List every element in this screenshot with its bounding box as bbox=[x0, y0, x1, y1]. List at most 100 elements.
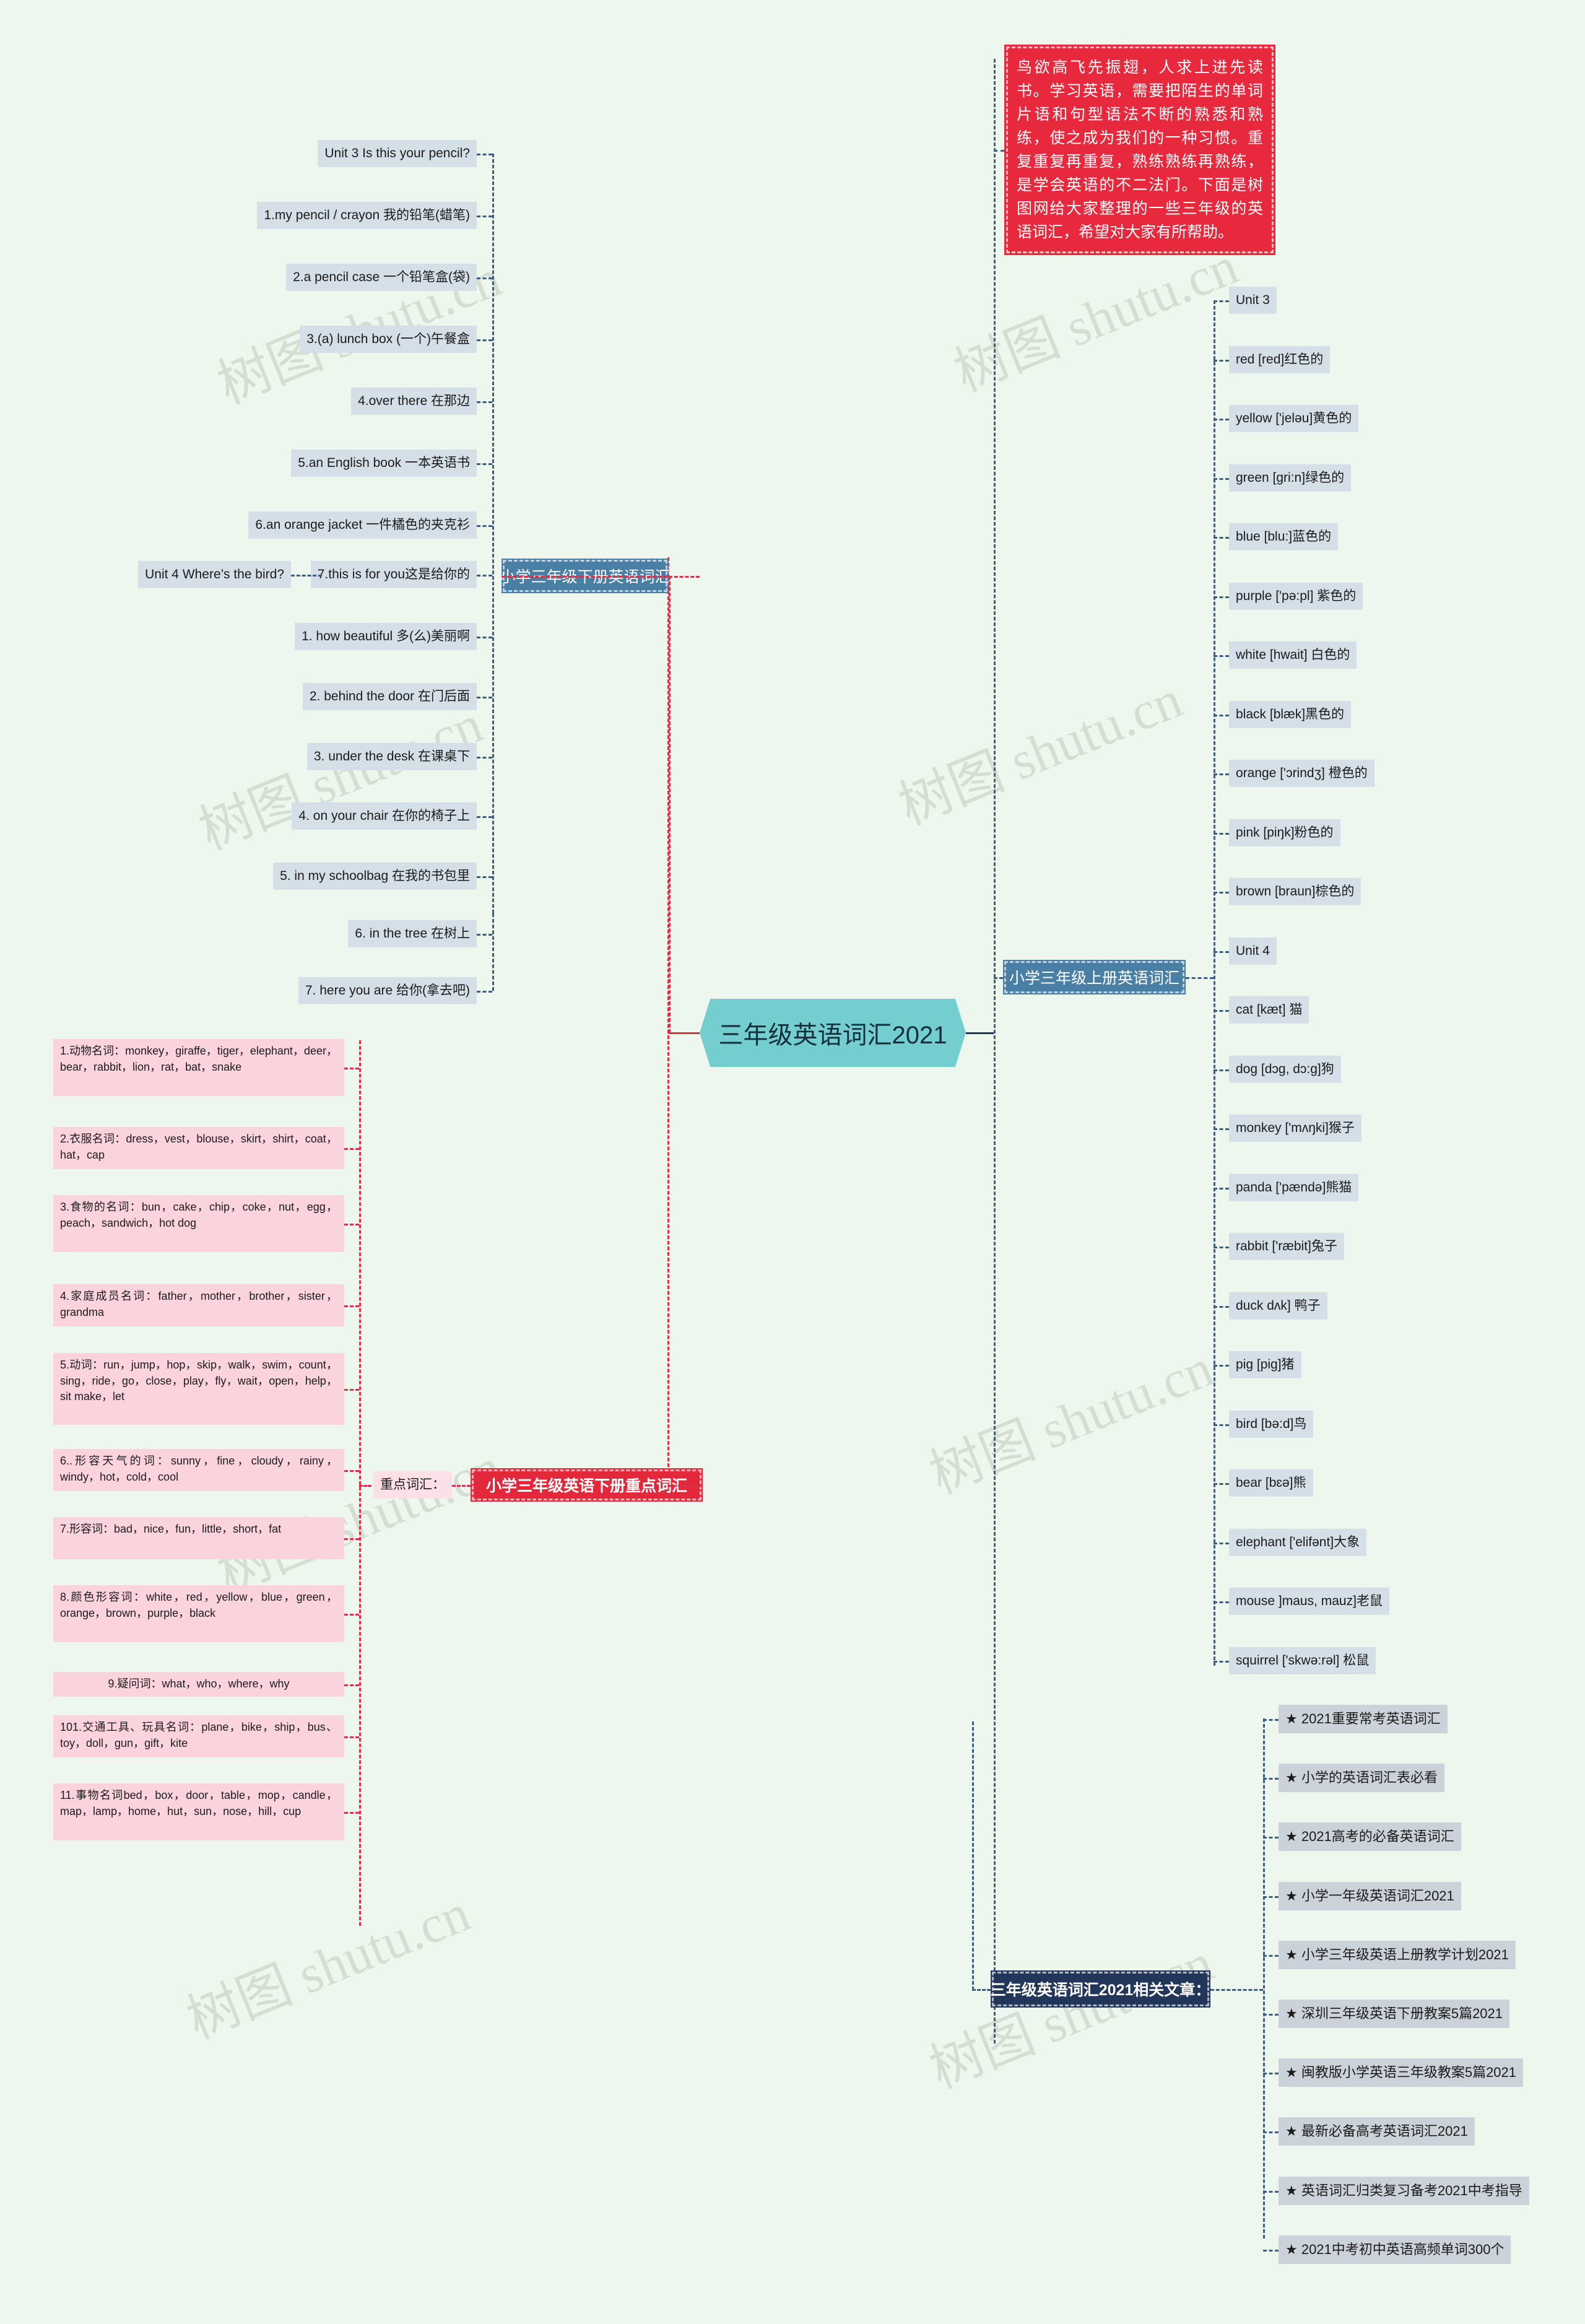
node-shangce-unit4-item-9[interactable]: bear [bɛə]熊 bbox=[1229, 1469, 1313, 1497]
connector-stub bbox=[1210, 1989, 1263, 1991]
node-related-item-10[interactable]: ★ 2021中考初中英语高频单词300个 bbox=[1279, 2235, 1511, 2264]
connector-stub bbox=[667, 1485, 703, 1487]
node-zhongdian-sublabel[interactable]: 重点词汇： bbox=[373, 1471, 452, 1499]
connector-stub bbox=[1263, 2191, 1279, 2193]
node-shangce-unit3-item-7[interactable]: black [blæk]黑色的 bbox=[1229, 700, 1352, 729]
intro-paragraph: 鸟欲高飞先振翅，人求上进先读书。学习英语，需要把陌生的单词片语和句型语法不断的熟… bbox=[1004, 45, 1275, 255]
branch-related-label[interactable]: 三年级英语词汇2021相关文章： bbox=[991, 1970, 1210, 2008]
node-zhongdian-item-7[interactable]: 7.形容词：bad，nice，fun，little，short，fat bbox=[53, 1517, 344, 1559]
node-xiace-unit4-item-5[interactable]: 5. in my schoolbag 在我的书包里 bbox=[273, 862, 477, 890]
connector-stub bbox=[1214, 773, 1229, 775]
connector-stub bbox=[669, 576, 700, 578]
node-related-item-1[interactable]: ★ 2021重要常考英语词汇 bbox=[1279, 1705, 1448, 1733]
watermark-4: 树图 shutu.cn bbox=[921, 1338, 1221, 1505]
node-zhongdian-item-9[interactable]: 9.疑问词：what，who，where，why bbox=[53, 1672, 344, 1697]
node-related-item-3[interactable]: ★ 2021高考的必备英语词汇 bbox=[1279, 1822, 1461, 1851]
node-shangce-unit4-title[interactable]: Unit 4 bbox=[1229, 937, 1277, 965]
node-xiace-unit4-item-1[interactable]: 1. how beautiful 多(么)美丽啊 bbox=[295, 622, 477, 651]
node-xiace-unit4-item-4[interactable]: 4. on your chair 在你的椅子上 bbox=[292, 802, 477, 830]
connector-stub bbox=[477, 637, 492, 638]
node-xiace-unit4-item-7[interactable]: 7. here you are 给你(拿去吧) bbox=[298, 977, 477, 1005]
node-shangce-unit3-item-8[interactable]: orange ['ɔrindʒ] 橙色的 bbox=[1229, 759, 1374, 788]
node-zhongdian-item-4[interactable]: 4.家庭成员名词：father，mother，brother，sister，gr… bbox=[53, 1284, 344, 1326]
node-shangce-unit3-item-9[interactable]: pink [piŋk]粉色的 bbox=[1229, 819, 1340, 847]
node-xiace-unit4-item-3[interactable]: 3. under the desk 在课桌下 bbox=[306, 742, 477, 771]
node-shangce-unit4-item-11[interactable]: mouse ]maus, mauz]老鼠 bbox=[1229, 1587, 1389, 1616]
node-related-item-9[interactable]: ★ 英语词汇归类复习备考2021中考指导 bbox=[1279, 2177, 1529, 2205]
node-xiace-unit3-item-3[interactable]: 3.(a) lunch box (一个)午餐盒 bbox=[300, 325, 477, 354]
connector-stub bbox=[344, 1736, 359, 1738]
connector-stub bbox=[1214, 300, 1229, 302]
node-related-item-6[interactable]: ★ 深圳三年级英语下册教案5篇2021 bbox=[1279, 2000, 1510, 2028]
node-zhongdian-item-1[interactable]: 1.动物名词：monkey，giraffe，tiger，elephant，dee… bbox=[53, 1039, 344, 1096]
connector-vertical bbox=[492, 154, 494, 913]
node-xiace-unit3-item-2[interactable]: 2.a pencil case 一个铅笔盒(袋) bbox=[286, 263, 477, 292]
connector-stub bbox=[477, 991, 492, 993]
node-related-item-7[interactable]: ★ 闽教版小学英语三年级教案5篇2021 bbox=[1279, 2058, 1524, 2087]
connector-stub bbox=[1214, 1010, 1229, 1012]
node-zhongdian-item-6[interactable]: 6..形容天气的词：sunny，fine，cloudy，rainy，windy，… bbox=[53, 1449, 344, 1491]
node-xiace-unit3-item-1[interactable]: 1.my pencil / crayon 我的铅笔(蜡笔) bbox=[257, 201, 477, 230]
node-shangce-unit4-item-2[interactable]: dog [dɔg, dɔ:g]狗 bbox=[1229, 1055, 1341, 1084]
connector-stub bbox=[1263, 1778, 1279, 1780]
connector-vertical bbox=[994, 59, 996, 2043]
node-related-item-5[interactable]: ★ 小学三年级英语上册教学计划2021 bbox=[1279, 1941, 1516, 1969]
connector-stub bbox=[1214, 1365, 1229, 1367]
connector-stub bbox=[1214, 1424, 1229, 1426]
connector-stub bbox=[344, 1538, 359, 1540]
node-xiace-unit3-title[interactable]: Unit 3 Is this your pencil? bbox=[318, 139, 477, 168]
node-shangce-unit4-item-10[interactable]: elephant ['elifənt]大象 bbox=[1229, 1528, 1367, 1557]
connector-stub bbox=[477, 215, 492, 217]
node-xiace-unit3-item-7[interactable]: 7.this is for you这是给你的 bbox=[310, 560, 477, 589]
node-shangce-unit3-title[interactable]: Unit 3 bbox=[1229, 286, 1277, 315]
connector-stub bbox=[1214, 1069, 1229, 1071]
node-shangce-unit3-item-10[interactable]: brown [braun]棕色的 bbox=[1229, 877, 1361, 906]
node-shangce-unit4-item-12[interactable]: squirrel ['skwə:rəl] 松鼠 bbox=[1229, 1647, 1376, 1675]
branch-shangce-label[interactable]: 小学三年级上册英语词汇 bbox=[1003, 960, 1186, 994]
node-related-item-8[interactable]: ★ 最新必备高考英语词汇2021 bbox=[1279, 2117, 1475, 2146]
node-shangce-unit3-item-4[interactable]: blue [blu:]蓝色的 bbox=[1229, 523, 1339, 551]
node-shangce-unit3-item-1[interactable]: red [red]红色的 bbox=[1229, 346, 1331, 374]
connector-stub bbox=[1263, 1719, 1279, 1721]
connector-stub bbox=[477, 757, 492, 759]
node-xiace-unit4-item-6[interactable]: 6. in the tree 在树上 bbox=[348, 920, 477, 948]
connector-stub bbox=[477, 575, 492, 577]
connector-stub bbox=[1263, 2014, 1279, 2016]
connector-stub bbox=[477, 463, 492, 465]
node-shangce-unit3-item-6[interactable]: white [hwait] 白色的 bbox=[1229, 641, 1357, 669]
node-xiace-unit4-title[interactable]: Unit 4 Where’s the bird? bbox=[138, 560, 291, 589]
node-zhongdian-item-8[interactable]: 8.颜色形容词：white，red，yellow，blue，green，oran… bbox=[53, 1585, 344, 1642]
node-zhongdian-item-3[interactable]: 3.食物的名词：bun，cake，chip，coke，nut，egg，peach… bbox=[53, 1195, 344, 1252]
connector-vertical bbox=[669, 576, 671, 1033]
node-shangce-unit4-item-8[interactable]: bird [bə:d]鸟 bbox=[1229, 1410, 1314, 1438]
center-node[interactable]: 三年级英语词汇2021 bbox=[700, 999, 966, 1067]
node-shangce-unit4-item-3[interactable]: monkey ['mʌŋki]猴子 bbox=[1229, 1114, 1361, 1142]
connector-stub bbox=[344, 1068, 359, 1069]
connector-stub bbox=[477, 876, 492, 878]
node-shangce-unit4-item-1[interactable]: cat [kæt] 猫 bbox=[1229, 996, 1309, 1024]
connector-stub bbox=[477, 277, 492, 279]
node-xiace-unit3-item-6[interactable]: 6.an orange jacket 一件橘色的夹克衫 bbox=[248, 511, 477, 539]
node-xiace-unit4-item-2[interactable]: 2. behind the door 在门后面 bbox=[302, 682, 477, 711]
node-shangce-unit3-item-2[interactable]: yellow ['jeləu]黄色的 bbox=[1229, 404, 1359, 433]
node-shangce-unit3-item-3[interactable]: green [gri:n]绿色的 bbox=[1229, 464, 1352, 492]
node-shangce-unit4-item-7[interactable]: pig [pig]猪 bbox=[1229, 1351, 1301, 1379]
connector-vertical bbox=[1214, 300, 1215, 1666]
node-shangce-unit4-item-5[interactable]: rabbit ['ræbit]兔子 bbox=[1229, 1232, 1344, 1261]
node-shangce-unit3-item-5[interactable]: purple ['pə:pl] 紫色的 bbox=[1229, 582, 1363, 611]
connector-stub bbox=[291, 575, 322, 577]
node-zhongdian-item-2[interactable]: 2.衣服名词：dress，vest，blouse，skirt，shirt，coa… bbox=[53, 1127, 344, 1169]
node-related-item-4[interactable]: ★ 小学一年级英语词汇2021 bbox=[1279, 1882, 1461, 1910]
node-xiace-unit3-item-5[interactable]: 5.an English book 一本英语书 bbox=[291, 449, 477, 477]
connector-stub bbox=[1214, 1483, 1229, 1485]
connector-stub bbox=[994, 150, 1004, 152]
connector-stub bbox=[344, 1684, 359, 1686]
node-related-item-2[interactable]: ★ 小学的英语词汇表必看 bbox=[1279, 1764, 1444, 1792]
node-zhongdian-item-11[interactable]: 11.事物名词bed，box，door，table，mop，candle，map… bbox=[53, 1783, 344, 1840]
node-shangce-unit4-item-4[interactable]: panda ['pændə]熊猫 bbox=[1229, 1173, 1359, 1202]
node-xiace-unit3-item-4[interactable]: 4.over there 在那边 bbox=[351, 387, 477, 416]
node-shangce-unit4-item-6[interactable]: duck dʌk] 鸭子 bbox=[1229, 1292, 1327, 1320]
node-zhongdian-item-5[interactable]: 5.动词：run，jump，hop，skip，walk，swim，count，s… bbox=[53, 1353, 344, 1425]
connector-stub bbox=[1263, 1896, 1279, 1898]
node-zhongdian-item-10[interactable]: 101.交通工具、玩具名词：plane，bike，ship，bus、toy，do… bbox=[53, 1715, 344, 1757]
